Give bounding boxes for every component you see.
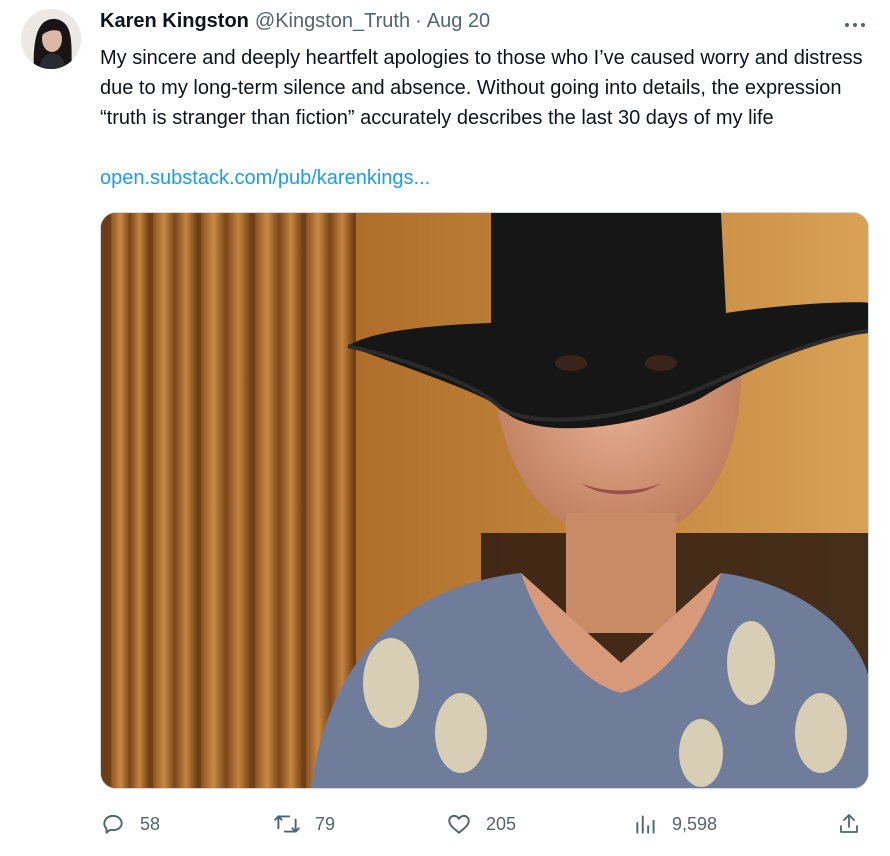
author-name[interactable]: Karen Kingston	[100, 10, 249, 33]
author-avatar[interactable]	[21, 9, 81, 69]
repost-button[interactable]: 79	[273, 806, 335, 842]
reply-icon	[103, 814, 123, 834]
reply-count: 58	[140, 813, 161, 834]
views-icon	[636, 815, 655, 834]
like-count: 205	[486, 813, 517, 834]
author-handle[interactable]: @Kingston_Truth	[255, 10, 410, 33]
tweet-card[interactable]: Karen Kingston @Kingston_Truth · Aug 20 …	[0, 0, 890, 856]
tweet-link[interactable]: open.substack.com/pub/karenkings...	[100, 163, 430, 193]
more-icon	[845, 23, 865, 27]
more-button[interactable]	[838, 14, 872, 36]
tweet-date[interactable]: Aug 20	[427, 10, 490, 33]
share-icon	[840, 814, 858, 833]
tweet-header: Karen Kingston @Kingston_Truth · Aug 20	[100, 10, 490, 40]
repost-icon	[274, 815, 300, 833]
header-separator: ·	[415, 10, 422, 32]
reply-button[interactable]: 58	[100, 806, 160, 842]
repost-count: 79	[315, 813, 336, 834]
tweet-actions: 58 79 205 9,598	[100, 806, 880, 842]
tweet-text: My sincere and deeply heartfelt apologie…	[100, 47, 863, 129]
views-button[interactable]: 9,598	[634, 806, 717, 842]
heart-icon	[448, 814, 470, 834]
share-button[interactable]	[837, 806, 861, 842]
tweet-photo[interactable]	[100, 212, 869, 789]
like-button[interactable]: 205	[446, 806, 516, 842]
views-count: 9,598	[672, 813, 718, 834]
